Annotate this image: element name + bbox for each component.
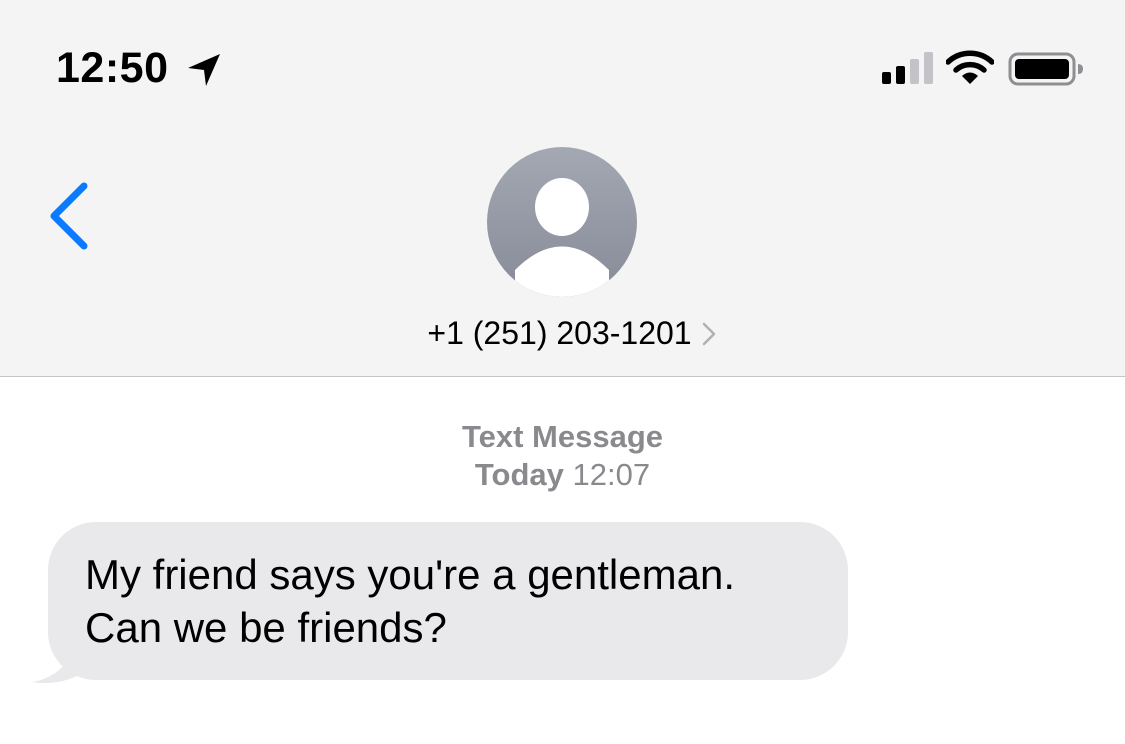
chevron-left-icon — [50, 182, 88, 250]
message-meta: Text Message Today 12:07 — [0, 418, 1125, 494]
conversation-header: 12:50 +1 (251) 203-1201 — [0, 0, 1125, 377]
wifi-icon — [946, 50, 994, 84]
message-timestamp: Today 12:07 — [0, 456, 1125, 494]
contact-avatar[interactable] — [487, 147, 637, 297]
contact-name: +1 (251) 203-1201 — [427, 314, 692, 351]
contact-name-row[interactable]: +1 (251) 203-1201 — [0, 310, 1125, 356]
status-time: 12:50 — [56, 44, 169, 92]
cellular-signal-icon — [882, 52, 933, 84]
service-label: Text Message — [461, 419, 663, 454]
back-button[interactable] — [40, 176, 100, 256]
battery-icon — [1008, 52, 1083, 86]
message-text: My friend says you're a gentleman. Can w… — [85, 551, 735, 651]
incoming-message[interactable]: My friend says you're a gentleman. Can w… — [30, 522, 850, 684]
person-silhouette-icon — [515, 178, 609, 297]
timestamp-time: 12:07 — [572, 457, 651, 492]
location-arrow-icon — [188, 54, 220, 86]
timestamp-day: Today — [474, 457, 564, 492]
chevron-right-icon — [702, 322, 715, 346]
